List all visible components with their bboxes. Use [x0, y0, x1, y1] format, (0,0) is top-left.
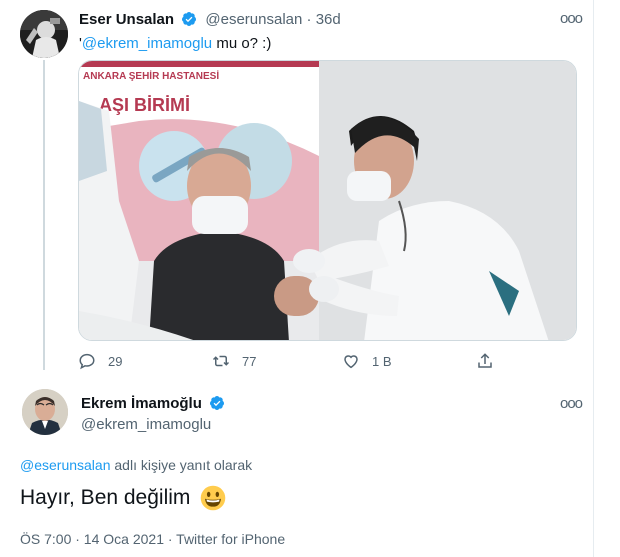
avatar-ekrem[interactable] — [22, 389, 68, 435]
reply-mention-link[interactable]: @eserunsalan — [20, 457, 111, 473]
tweet-ekrem-header: Ekrem İmamoğlu — [81, 395, 229, 412]
author-handle[interactable]: @eserunsalan — [205, 11, 302, 28]
avatar-eser-image — [20, 10, 68, 58]
grinning-face-emoji-icon — [201, 485, 226, 511]
verified-badge-icon — [182, 12, 197, 26]
mention-link[interactable]: @ekrem_imamoglu — [82, 35, 212, 52]
verified-badge-icon — [210, 396, 225, 410]
more-options-icon[interactable]: ooo — [560, 395, 583, 412]
more-options-icon[interactable]: ooo — [560, 10, 583, 27]
tweet-ekrem-text: Hayır, Ben değilim — [20, 485, 226, 511]
tweet-body: Hayır, Ben değilim — [20, 486, 191, 509]
tweet-text-rest: mu o? :) — [212, 35, 272, 52]
tweet-eser-text: '@ekrem_imamoglu mu o? :) — [79, 35, 271, 52]
reply-context: @eserunsalan adlı kişiye yanıt olarak — [20, 457, 252, 473]
retweet-button[interactable]: 77 — [212, 352, 256, 370]
tweet-photo[interactable]: ANKARA ŞEHİR HASTANESİ AŞI BİRİMİ — [78, 60, 577, 341]
reply-button[interactable]: 29 — [78, 352, 122, 370]
header-separator: · — [306, 11, 312, 28]
retweet-count: 77 — [242, 353, 257, 369]
avatar-eser[interactable] — [20, 10, 68, 58]
share-button[interactable] — [476, 352, 506, 370]
tweet-eser-header: Eser Unsalan @eserunsalan · 36d — [79, 11, 341, 28]
tweet-age[interactable]: 36d — [316, 11, 341, 28]
tweet-actions: 29 77 1 B — [78, 352, 498, 372]
avatar-ekrem-image — [22, 389, 68, 435]
reply-count: 29 — [108, 353, 123, 369]
thread-connector — [43, 60, 45, 370]
sign-line-1: ANKARA ŞEHİR HASTANESİ — [83, 69, 219, 82]
column-border — [593, 0, 594, 557]
share-icon — [478, 353, 492, 368]
reply-icon — [79, 353, 95, 370]
heart-icon — [344, 355, 358, 369]
like-button[interactable]: 1 B — [342, 352, 392, 370]
tweet-thread: Eser Unsalan @eserunsalan · 36d ooo '@ek… — [0, 0, 620, 557]
tweet-meta[interactable]: ÖS 7:00 · 14 Oca 2021 · Twitter for iPho… — [20, 531, 285, 547]
sign-line-2: AŞI BİRİMİ — [99, 95, 190, 115]
author-handle[interactable]: @ekrem_imamoglu — [81, 416, 211, 433]
vaccination-photo: ANKARA ŞEHİR HASTANESİ AŞI BİRİMİ — [79, 61, 576, 340]
retweet-icon — [212, 355, 230, 367]
author-name[interactable]: Ekrem İmamoğlu — [81, 395, 202, 412]
like-count: 1 B — [372, 353, 392, 369]
author-name[interactable]: Eser Unsalan — [79, 11, 174, 28]
reply-suffix: adlı kişiye yanıt olarak — [110, 457, 253, 473]
